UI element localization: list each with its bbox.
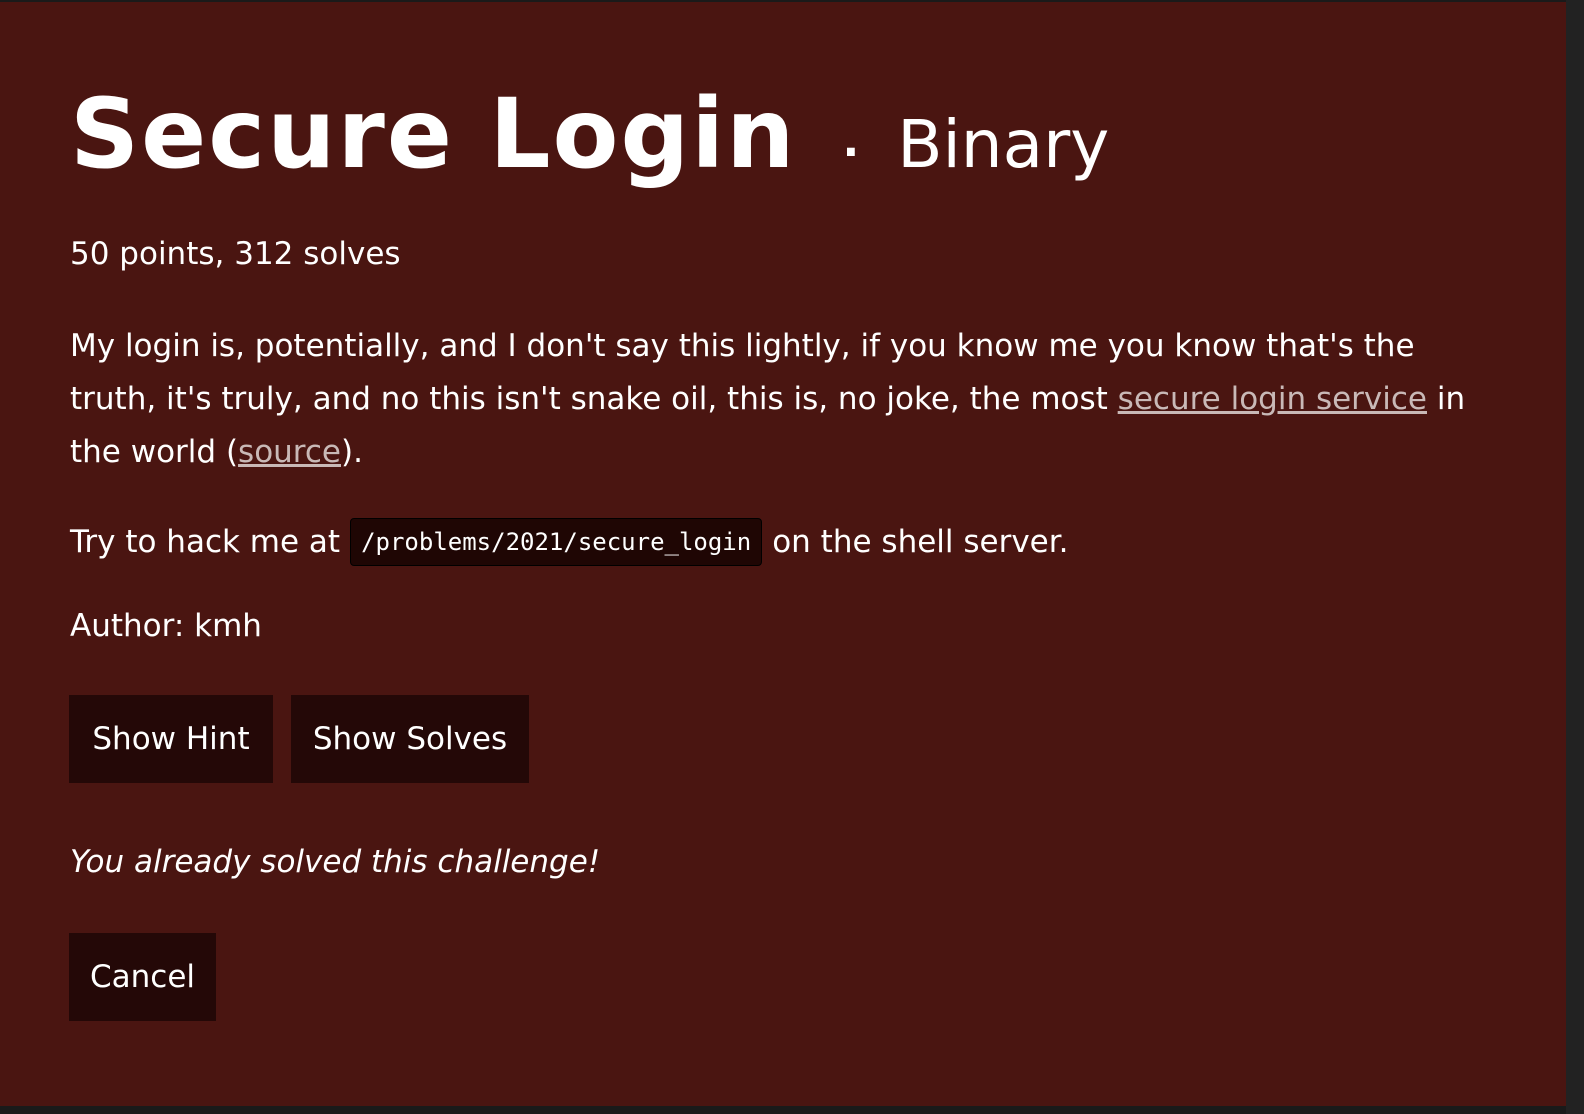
title-row: Secure Login · Binary (70, 86, 1109, 182)
description-text-3: ). (341, 434, 363, 470)
source-link[interactable]: source (238, 434, 341, 470)
secure-login-service-link[interactable]: secure login service (1118, 381, 1427, 417)
author: Author: kmh (70, 608, 262, 644)
shell-path-code: /problems/2021/secure_login (350, 518, 763, 566)
solved-message: You already solved this challenge! (70, 844, 601, 880)
cancel-button[interactable]: Cancel (69, 933, 216, 1021)
challenge-modal: Secure Login · Binary 50 points, 312 sol… (0, 2, 1566, 1106)
shell-suffix: on the shell server. (772, 524, 1069, 560)
challenge-category: Binary (897, 106, 1110, 183)
show-solves-button[interactable]: Show Solves (291, 695, 529, 783)
title-separator: · (842, 127, 860, 178)
challenge-title: Secure Login (70, 78, 797, 190)
points-solves: 50 points, 312 solves (70, 236, 401, 272)
challenge-description: My login is, potentially, and I don't sa… (70, 320, 1510, 479)
shell-instructions: Try to hack me at /problems/2021/secure_… (70, 518, 1069, 566)
show-hint-button[interactable]: Show Hint (69, 695, 273, 783)
shell-prefix: Try to hack me at (70, 524, 341, 560)
page-edge (1566, 0, 1584, 1114)
